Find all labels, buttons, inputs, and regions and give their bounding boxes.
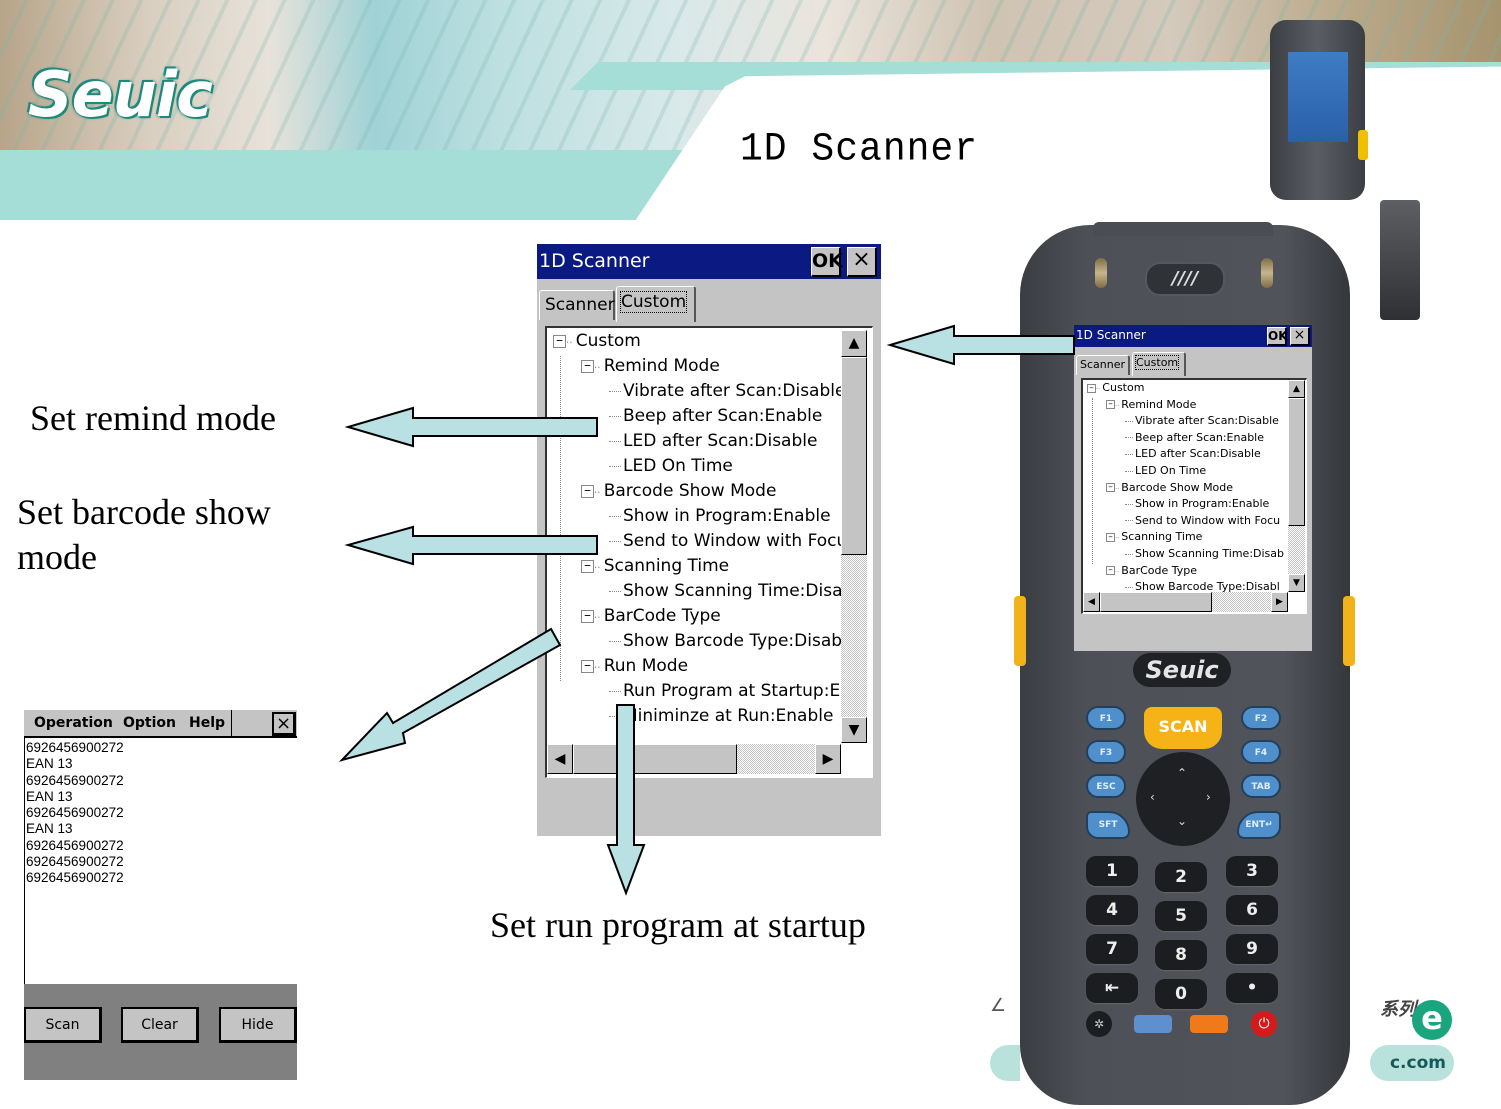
- arrow-set-barcode-show-mode: [344, 525, 598, 566]
- arrow-set-remind-mode: [344, 406, 598, 448]
- arrow-to-main-dialog: [886, 324, 1075, 366]
- arrow-run-program: [606, 704, 646, 896]
- arrow-to-scan-app: [338, 627, 562, 762]
- callout-arrows: [338, 324, 1075, 896]
